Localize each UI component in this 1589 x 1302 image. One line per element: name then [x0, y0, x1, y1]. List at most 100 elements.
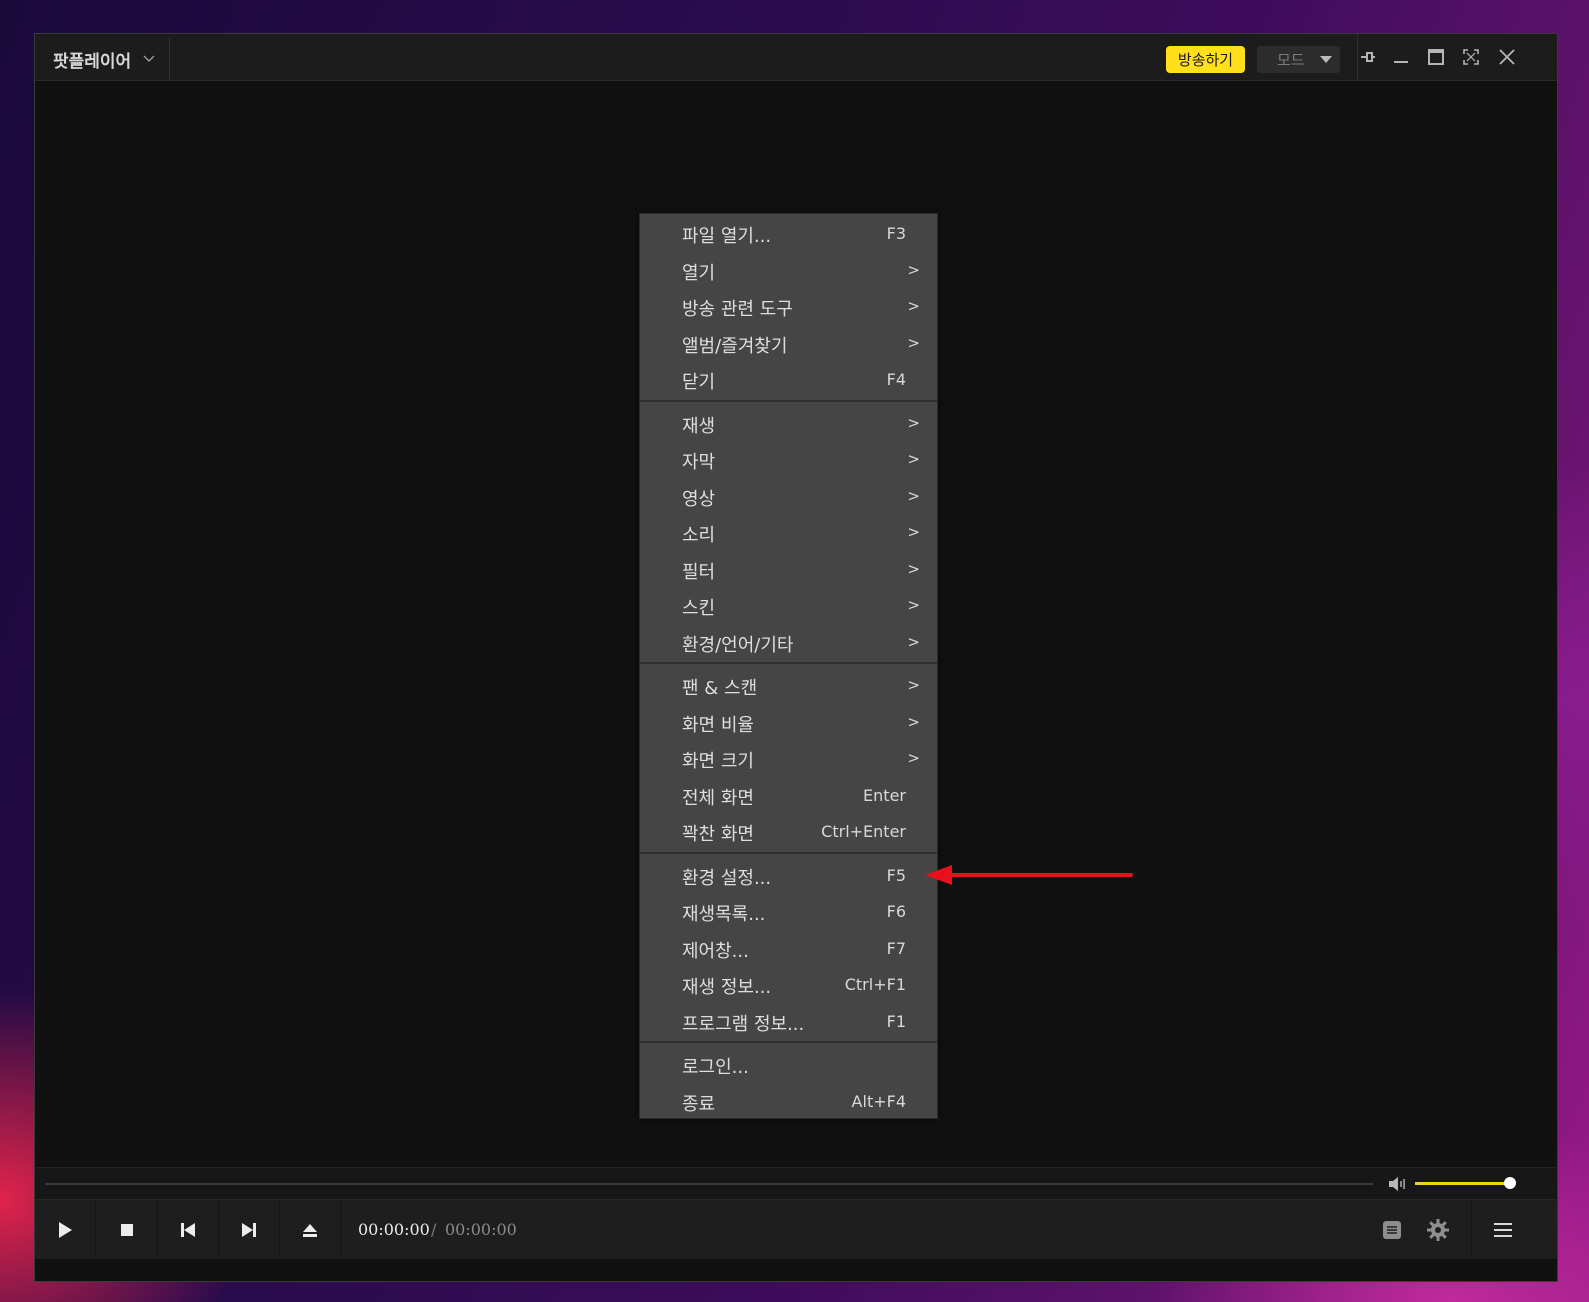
seekbar-area: [35, 1167, 1557, 1199]
next-icon[interactable]: [219, 1200, 280, 1260]
menu-item-방송-관련-도구[interactable]: 방송 관련 도구 >: [640, 289, 937, 325]
menu-item-꽉찬-화면[interactable]: 꽉찬 화면 Ctrl+Enter: [640, 814, 937, 850]
menu-item-label: 제어창...: [682, 940, 749, 962]
app-menu-button[interactable]: 팟플레이어: [39, 38, 170, 80]
menu-item-재생[interactable]: 재생 >: [640, 406, 937, 442]
menu-item-열기[interactable]: 열기 >: [640, 253, 937, 289]
submenu-arrow-icon: >: [907, 676, 920, 694]
menu-item-닫기[interactable]: 닫기 F4: [640, 362, 937, 398]
menu-item-label: 스킨: [682, 598, 716, 619]
menu-item-shortcut: Enter: [863, 785, 906, 805]
caret-down-icon: [1320, 56, 1332, 63]
menu-item-shortcut: F5: [886, 865, 906, 885]
menu-item-영상[interactable]: 영상 >: [640, 479, 937, 515]
submenu-arrow-icon: >: [907, 596, 920, 614]
menu-item-label: 재생 정보...: [682, 977, 772, 998]
menu-item-화면-크기[interactable]: 화면 크기 >: [640, 741, 937, 777]
menu-item-label: 팬 & 스캔: [682, 678, 758, 699]
playlist-icon[interactable]: [1376, 1214, 1408, 1246]
submenu-arrow-icon: >: [907, 712, 920, 731]
menu-item-자막[interactable]: 자막 >: [640, 442, 937, 478]
submenu-arrow-icon: >: [907, 413, 920, 432]
gear-icon[interactable]: [1422, 1214, 1454, 1246]
volume-slider[interactable]: [1415, 1182, 1509, 1185]
menu-item-label: 재생: [682, 415, 716, 437]
menu-item-환경-설정[interactable]: 환경 설정... F5: [640, 858, 937, 894]
menu-item-label: 소리: [682, 525, 716, 546]
menu-item-shortcut: F4: [886, 370, 906, 389]
menu-item-label: 화면 비율: [682, 714, 754, 736]
hamburger-menu-icon[interactable]: [1487, 1214, 1519, 1246]
red-annotation-arrow: [925, 865, 1133, 885]
menu-item-제어창[interactable]: 제어창... F7: [640, 931, 937, 967]
menu-item-label: 환경/언어/기타: [682, 634, 794, 656]
time-separator: /: [431, 1220, 437, 1239]
close-icon[interactable]: [1494, 44, 1520, 70]
control-divider: [1471, 1200, 1472, 1260]
menu-separator: [640, 1041, 937, 1043]
total-time: 00:00:00: [445, 1220, 517, 1239]
submenu-arrow-icon: >: [907, 486, 920, 505]
menu-item-팬-스캔[interactable]: 팬 & 스캔 >: [640, 668, 937, 704]
menu-item-프로그램-정보[interactable]: 프로그램 정보... F1: [640, 1004, 937, 1040]
broadcast-button[interactable]: 방송하기: [1166, 46, 1245, 73]
menu-item-소리[interactable]: 소리 >: [640, 515, 937, 551]
submenu-arrow-icon: >: [907, 523, 920, 541]
app-title-label: 팟플레이어: [53, 51, 132, 72]
menu-item-앨범-즐겨찾기[interactable]: 앨범/즐겨찾기 >: [640, 326, 937, 362]
menu-separator: [640, 851, 937, 854]
fullscreen-icon[interactable]: [1458, 44, 1484, 70]
menu-item-shortcut: F6: [886, 902, 906, 921]
menu-item-스킨[interactable]: 스킨 >: [640, 588, 937, 624]
menu-item-shortcut: F3: [886, 224, 906, 243]
menu-item-label: 파일 열기...: [682, 226, 772, 247]
maximize-icon[interactable]: [1423, 44, 1449, 70]
menu-item-환경-언어-기타[interactable]: 환경/언어/기타 >: [640, 625, 937, 661]
submenu-arrow-icon: >: [907, 559, 920, 578]
menu-item-파일-열기[interactable]: 파일 열기... F3: [640, 216, 937, 252]
submenu-arrow-icon: >: [907, 260, 920, 279]
current-time: 00:00:00: [358, 1220, 430, 1239]
seek-bar[interactable]: [45, 1183, 1373, 1185]
submenu-arrow-icon: >: [907, 297, 920, 315]
menu-item-label: 열기: [682, 262, 716, 284]
mode-label: 모드: [1277, 51, 1305, 69]
menu-item-전체-화면[interactable]: 전체 화면 Enter: [640, 778, 937, 814]
menu-item-로그인[interactable]: 로그인...: [640, 1047, 937, 1083]
chevron-down-icon: [143, 52, 155, 66]
menu-item-label: 영상: [682, 488, 716, 510]
previous-icon[interactable]: [158, 1200, 219, 1260]
menu-item-shortcut: F7: [886, 938, 906, 958]
stop-icon[interactable]: [97, 1200, 158, 1260]
play-icon[interactable]: [35, 1200, 96, 1260]
menu-item-label: 앨범/즐겨찾기: [682, 335, 788, 357]
submenu-arrow-icon: >: [907, 450, 920, 468]
menu-item-label: 필터: [682, 561, 716, 583]
potplayer-window: 팟플레이어 방송하기 모드 파일 열기... F3 열기 > 방송 관련 도구 > 앨범/즐…: [34, 33, 1558, 1282]
menu-item-재생목록[interactable]: 재생목록... F6: [640, 894, 937, 930]
menu-item-shortcut: F1: [886, 1011, 906, 1031]
menu-item-label: 종료: [682, 1093, 716, 1115]
titlebar: 팟플레이어 방송하기 모드: [35, 34, 1557, 81]
menu-item-필터[interactable]: 필터 >: [640, 552, 937, 588]
menu-item-화면-비율[interactable]: 화면 비율 >: [640, 705, 937, 741]
menu-item-label: 꽉찬 화면: [682, 824, 754, 845]
menu-item-종료[interactable]: 종료 Alt+F4: [640, 1084, 937, 1120]
menu-item-label: 로그인...: [682, 1057, 749, 1078]
menu-separator: [640, 662, 937, 664]
minimize-icon[interactable]: [1388, 44, 1414, 70]
menu-item-label: 전체 화면: [682, 787, 754, 809]
pin-icon[interactable]: [1354, 44, 1380, 70]
eject-icon[interactable]: [280, 1200, 341, 1260]
menu-item-재생-정보[interactable]: 재생 정보... Ctrl+F1: [640, 967, 937, 1003]
volume-slider-knob[interactable]: [1504, 1177, 1516, 1189]
menu-item-shortcut: Alt+F4: [851, 1091, 906, 1111]
menu-item-label: 프로그램 정보...: [682, 1013, 805, 1035]
mode-select[interactable]: 모드: [1257, 46, 1340, 73]
volume-icon[interactable]: [1387, 1175, 1409, 1197]
menu-item-label: 환경 설정...: [682, 867, 772, 889]
menu-separator: [640, 399, 937, 402]
context-menu: 파일 열기... F3 열기 > 방송 관련 도구 > 앨범/즐겨찾기 > 닫기 F4 재생 > 자막 >…: [639, 213, 938, 1119]
menu-item-label: 방송 관련 도구: [682, 299, 793, 320]
submenu-arrow-icon: >: [907, 333, 920, 352]
